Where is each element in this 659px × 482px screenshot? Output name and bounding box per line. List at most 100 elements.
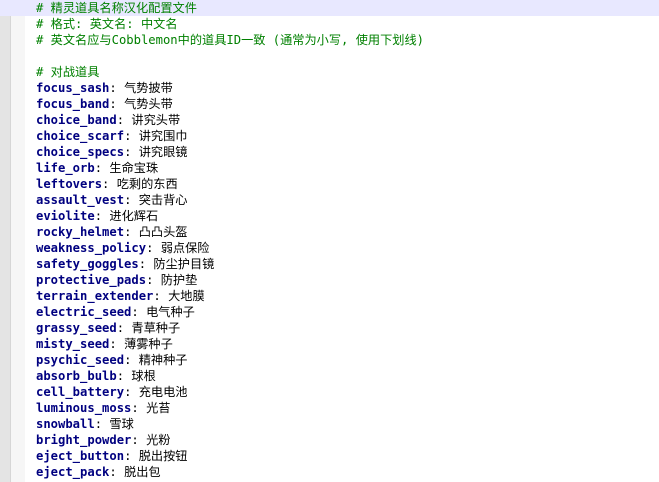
text-editor[interactable]: # 精灵道具名称汉化配置文件 # 格式: 英文名: 中文名 # 英文名应与Cob… bbox=[0, 0, 659, 482]
item-key: snowball bbox=[36, 417, 95, 431]
item-key: focus_band bbox=[36, 97, 110, 111]
separator: : bbox=[131, 401, 147, 415]
item-value: 突击背心 bbox=[138, 193, 188, 207]
item-value: 光粉 bbox=[146, 433, 171, 447]
config-line[interactable]: weakness_policy: 弱点保险 bbox=[36, 240, 659, 256]
separator: : bbox=[109, 81, 125, 95]
separator: : bbox=[124, 145, 139, 159]
separator: : bbox=[131, 433, 147, 447]
separator: : bbox=[124, 225, 139, 239]
separator: : bbox=[131, 305, 147, 319]
item-value: 弱点保险 bbox=[160, 241, 210, 255]
item-key: cell_battery bbox=[36, 385, 125, 399]
config-line[interactable]: leftovers: 吃剩的东西 bbox=[36, 176, 659, 192]
section-comment: # 对战道具 bbox=[36, 65, 100, 79]
item-value: 精神种子 bbox=[138, 353, 188, 367]
item-key: misty_seed bbox=[36, 337, 110, 351]
item-key: choice_scarf bbox=[36, 129, 125, 143]
separator: : bbox=[116, 321, 132, 335]
config-line[interactable]: eject_pack: 脱出包 bbox=[36, 464, 659, 480]
config-line[interactable]: electric_seed: 电气种子 bbox=[36, 304, 659, 320]
separator: : bbox=[116, 369, 132, 383]
separator: : bbox=[124, 385, 139, 399]
item-key: absorb_bulb bbox=[36, 369, 117, 383]
config-line[interactable]: choice_specs: 讲究眼镜 bbox=[36, 144, 659, 160]
config-line[interactable]: protective_pads: 防护垫 bbox=[36, 272, 659, 288]
config-line[interactable]: eviolite: 进化辉石 bbox=[36, 208, 659, 224]
separator: : bbox=[109, 97, 125, 111]
separator: : bbox=[102, 177, 117, 191]
item-value: 青草种子 bbox=[131, 321, 181, 335]
item-key: safety_goggles bbox=[36, 257, 139, 271]
item-key: assault_vest bbox=[36, 193, 125, 207]
config-line[interactable]: terrain_extender: 大地膜 bbox=[36, 288, 659, 304]
config-line[interactable]: luminous_moss: 光苔 bbox=[36, 400, 659, 416]
item-value: 防尘护目镜 bbox=[153, 257, 215, 271]
item-key: grassy_seed bbox=[36, 321, 117, 335]
item-key: protective_pads bbox=[36, 273, 147, 287]
item-value: 电气种子 bbox=[146, 305, 195, 319]
item-value: 球根 bbox=[131, 369, 156, 383]
separator: : bbox=[138, 257, 154, 271]
item-value: 雪球 bbox=[109, 417, 134, 431]
item-key: luminous_moss bbox=[36, 401, 132, 415]
item-key: focus_sash bbox=[36, 81, 110, 95]
item-key: life_orb bbox=[36, 161, 95, 175]
code-line[interactable]: # 精灵道具名称汉化配置文件 bbox=[0, 0, 659, 16]
config-line[interactable]: psychic_seed: 精神种子 bbox=[36, 352, 659, 368]
separator: : bbox=[124, 449, 139, 463]
separator: : bbox=[124, 193, 139, 207]
config-line[interactable]: choice_scarf: 讲究围巾 bbox=[36, 128, 659, 144]
item-value: 进化辉石 bbox=[109, 209, 159, 223]
config-line[interactable]: focus_band: 气势头带 bbox=[36, 96, 659, 112]
config-line[interactable]: choice_band: 讲究头带 bbox=[36, 112, 659, 128]
item-key: weakness_policy bbox=[36, 241, 147, 255]
separator: : bbox=[109, 337, 125, 351]
comment-text: # 英文名应与Cobblemon中的道具ID一致 (通常为小写, 使用下划线) bbox=[36, 33, 425, 47]
code-line[interactable]: # 英文名应与Cobblemon中的道具ID一致 (通常为小写, 使用下划线) bbox=[36, 32, 659, 48]
config-line[interactable]: misty_seed: 薄雾种子 bbox=[36, 336, 659, 352]
item-list: focus_sash: 气势披带 focus_band: 气势头带 choice_b… bbox=[36, 80, 659, 480]
item-value: 讲究围巾 bbox=[138, 129, 188, 143]
config-line[interactable]: grassy_seed: 青草种子 bbox=[36, 320, 659, 336]
separator: : bbox=[94, 209, 110, 223]
separator: : bbox=[124, 129, 139, 143]
config-line[interactable]: safety_goggles: 防尘护目镜 bbox=[36, 256, 659, 272]
separator: : bbox=[116, 113, 132, 127]
code-line[interactable]: # 对战道具 bbox=[36, 64, 659, 80]
item-value: 防护垫 bbox=[160, 273, 198, 287]
item-key: eject_button bbox=[36, 449, 125, 463]
item-value: 大地膜 bbox=[168, 289, 205, 303]
config-line[interactable]: cell_battery: 充电电池 bbox=[36, 384, 659, 400]
item-value: 光苔 bbox=[146, 401, 171, 415]
config-line[interactable]: focus_sash: 气势披带 bbox=[36, 80, 659, 96]
fold-margin bbox=[11, 0, 25, 482]
separator: : bbox=[153, 289, 169, 303]
item-key: choice_band bbox=[36, 113, 117, 127]
separator: : bbox=[146, 241, 161, 255]
item-key: leftovers bbox=[36, 177, 103, 191]
config-line[interactable]: bright_powder: 光粉 bbox=[36, 432, 659, 448]
item-value: 讲究头带 bbox=[131, 113, 181, 127]
config-line[interactable]: life_orb: 生命宝珠 bbox=[36, 160, 659, 176]
config-line[interactable]: snowball: 雪球 bbox=[36, 416, 659, 432]
separator: : bbox=[146, 273, 161, 287]
separator: : bbox=[94, 161, 110, 175]
item-value: 脱出包 bbox=[124, 465, 161, 479]
config-line[interactable]: rocky_helmet: 凸凸头盔 bbox=[36, 224, 659, 240]
editor-content[interactable]: # 精灵道具名称汉化配置文件 # 格式: 英文名: 中文名 # 英文名应与Cob… bbox=[0, 0, 659, 480]
separator: : bbox=[94, 417, 110, 431]
item-value: 凸凸头盔 bbox=[138, 225, 188, 239]
item-key: terrain_extender bbox=[36, 289, 154, 303]
item-key: electric_seed bbox=[36, 305, 132, 319]
item-value: 气势头带 bbox=[124, 97, 173, 111]
config-line[interactable]: absorb_bulb: 球根 bbox=[36, 368, 659, 384]
item-value: 气势披带 bbox=[124, 81, 173, 95]
config-line[interactable]: assault_vest: 突击背心 bbox=[36, 192, 659, 208]
code-line[interactable]: # 格式: 英文名: 中文名 bbox=[36, 16, 659, 32]
config-line[interactable]: eject_button: 脱出按钮 bbox=[36, 448, 659, 464]
item-key: bright_powder bbox=[36, 433, 132, 447]
item-value: 讲究眼镜 bbox=[138, 145, 188, 159]
blank-line[interactable] bbox=[36, 48, 659, 64]
item-value: 薄雾种子 bbox=[124, 337, 173, 351]
